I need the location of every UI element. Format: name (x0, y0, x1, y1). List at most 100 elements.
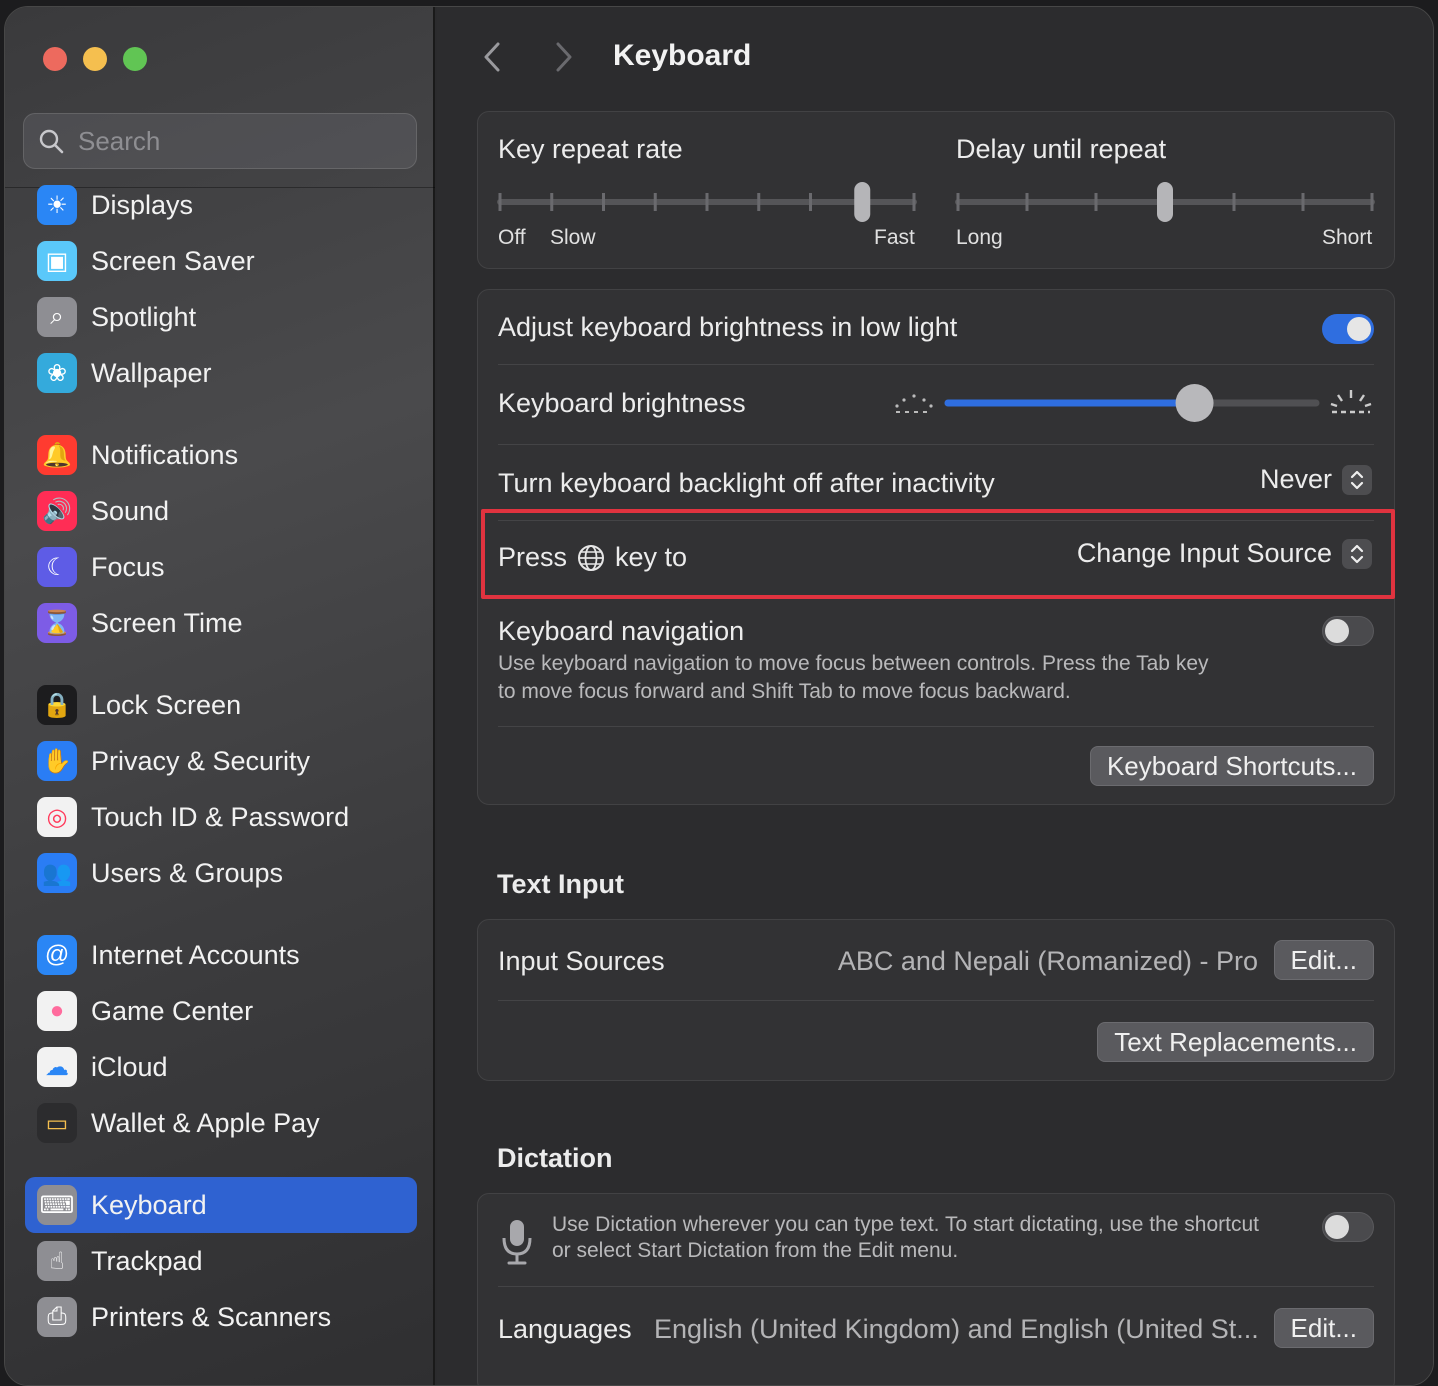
sidebar-item-icloud[interactable]: ☁ iCloud (25, 1039, 417, 1095)
settings-window: ☀ Displays ▣ Screen Saver ⌕ Spotlight ❀ Wallpap… (4, 6, 1434, 1386)
backlight-timeout-value: Never (1259, 464, 1332, 494)
lock-screen-icon: 🔒 (37, 685, 77, 725)
fingerprint-icon: ◎ (37, 797, 77, 837)
page-title: Keyboard (613, 39, 752, 72)
separator (498, 520, 1374, 521)
separator (498, 444, 1374, 445)
sidebar-item-focus[interactable]: ☾ Focus (25, 539, 417, 595)
sidebar-item-label: Wallet & Apple Pay (91, 1107, 320, 1138)
sidebar-item-sound[interactable]: 🔊 Sound (25, 483, 417, 539)
adjust-brightness-toggle[interactable] (1322, 314, 1374, 344)
slider-knob[interactable] (854, 182, 871, 222)
keyboard-shortcuts-button[interactable]: Keyboard Shortcuts... (1089, 746, 1374, 786)
sidebar-item-label: Sound (91, 495, 170, 526)
microphone-icon (502, 1220, 532, 1265)
sidebar-item-wallpaper[interactable]: ❀ Wallpaper (25, 345, 417, 401)
trackpad-icon: ☝ (37, 1241, 77, 1281)
brightness-low-icon (895, 394, 933, 413)
sidebar-item-label: Printers & Scanners (91, 1301, 332, 1332)
sidebar-item-wallet-apple-pay[interactable]: ▭ Wallet & Apple Pay (25, 1095, 417, 1151)
game-center-icon: ● (37, 991, 77, 1031)
search-input[interactable] (78, 125, 378, 157)
backlight-timeout-popup[interactable]: Never (1260, 464, 1372, 495)
forward-button[interactable] (549, 39, 579, 75)
sidebar-item-touch-id-password[interactable]: ◎ Touch ID & Password (25, 789, 417, 845)
sidebar-nav: ☀ Displays ▣ Screen Saver ⌕ Spotlight ❀ Wallpap… (25, 177, 417, 1345)
delay-repeat-slider[interactable] (952, 180, 1378, 224)
dictation-desc-1: Use Dictation wherever you can type text… (552, 1213, 1259, 1236)
dictation-desc-2: or select Start Dictation from the Edit … (552, 1239, 959, 1262)
delay-repeat-title: Delay until repeat (956, 134, 1167, 164)
sidebar: ☀ Displays ▣ Screen Saver ⌕ Spotlight ❀ Wallpap… (5, 7, 435, 1385)
minimize-window-button[interactable] (83, 47, 107, 71)
input-sources-label: Input Sources (498, 946, 665, 976)
brightness-high-icon (1330, 390, 1372, 414)
separator (498, 1286, 1374, 1287)
main-pane: Keyboard Key repeat rate Delay until rep… (437, 7, 1433, 1385)
keyboard-navigation-toggle[interactable] (1322, 616, 1374, 646)
sidebar-item-notifications[interactable]: 🔔 Notifications (25, 427, 417, 483)
text-input-card: Input Sources ABC and Nepali (Romanized)… (477, 919, 1395, 1081)
sidebar-item-label: Touch ID & Password (91, 801, 350, 832)
separator (498, 1000, 1374, 1001)
at-sign-icon: @ (37, 935, 77, 975)
separator (498, 726, 1374, 727)
sidebar-item-users-groups[interactable]: 👥 Users & Groups (25, 845, 417, 901)
back-button[interactable] (477, 39, 507, 75)
sidebar-item-displays[interactable]: ☀ Displays (25, 177, 417, 233)
search-field[interactable] (23, 113, 417, 169)
close-window-button[interactable] (43, 47, 67, 71)
languages-edit-button[interactable]: Edit... (1273, 1308, 1374, 1348)
key-repeat-label-slow: Slow (550, 226, 596, 249)
delay-label-short: Short (1322, 226, 1373, 249)
sidebar-item-label: Privacy & Security (91, 745, 311, 776)
sidebar-item-lock-screen[interactable]: 🔒 Lock Screen (25, 677, 417, 733)
screen-time-icon: ⌛ (37, 603, 77, 643)
sidebar-item-screen-saver[interactable]: ▣ Screen Saver (25, 233, 417, 289)
sidebar-item-trackpad[interactable]: ☝ Trackpad (25, 1233, 417, 1289)
adjust-brightness-label: Adjust keyboard brightness in low light (498, 312, 958, 342)
sidebar-item-internet-accounts[interactable]: @ Internet Accounts (25, 927, 417, 983)
key-repeat-card: Key repeat rate Delay until repeat Off S… (477, 111, 1395, 269)
key-repeat-slider[interactable] (494, 180, 920, 224)
input-sources-edit-button[interactable]: Edit... (1273, 940, 1374, 980)
users-icon: 👥 (37, 853, 77, 893)
sound-icon: 🔊 (37, 491, 77, 531)
wallet-icon: ▭ (37, 1103, 77, 1143)
slider-knob[interactable] (1157, 182, 1173, 222)
sidebar-item-label: Internet Accounts (91, 939, 300, 970)
sidebar-item-label: Users & Groups (91, 857, 284, 888)
text-replacements-button[interactable]: Text Replacements... (1097, 1022, 1374, 1062)
input-sources-value: ABC and Nepali (Romanized) - Pro (837, 946, 1258, 976)
sidebar-item-label: Focus (91, 551, 165, 582)
sidebar-item-label: Spotlight (91, 301, 197, 332)
sidebar-item-privacy-security[interactable]: ✋ Privacy & Security (25, 733, 417, 789)
dictation-toggle[interactable] (1322, 1212, 1374, 1242)
dictation-card: Use Dictation wherever you can type text… (477, 1193, 1395, 1385)
press-key-label-pre: Press (498, 542, 568, 572)
sidebar-item-label: Trackpad (91, 1245, 203, 1276)
press-globe-key-popup[interactable]: Change Input Source (1077, 538, 1372, 569)
sidebar-item-spotlight[interactable]: ⌕ Spotlight (25, 289, 417, 345)
chevron-left-icon (484, 42, 500, 72)
slider-knob[interactable] (1175, 384, 1214, 422)
separator (498, 364, 1374, 365)
zoom-window-button[interactable] (123, 47, 147, 71)
spotlight-icon: ⌕ (37, 297, 77, 337)
printer-icon: ⎙ (37, 1297, 77, 1337)
sidebar-item-game-center[interactable]: ● Game Center (25, 983, 417, 1039)
sidebar-item-printers-scanners[interactable]: ⎙ Printers & Scanners (25, 1289, 417, 1345)
key-repeat-label-fast: Fast (874, 226, 915, 249)
sidebar-item-screen-time[interactable]: ⌛ Screen Time (25, 595, 417, 651)
keyboard-navigation-desc-2: to move focus forward and Shift Tab to m… (498, 680, 1071, 703)
popup-stepper-icon (1342, 464, 1372, 495)
toolbar: Keyboard (437, 7, 1433, 107)
search-icon (39, 129, 64, 154)
sidebar-item-label: iCloud (91, 1051, 168, 1082)
keyboard-brightness-slider[interactable] (942, 382, 1322, 424)
sidebar-item-keyboard[interactable]: ⌨ Keyboard (25, 1177, 417, 1233)
keyboard-navigation-desc-1: Use keyboard navigation to move focus be… (498, 652, 1209, 675)
